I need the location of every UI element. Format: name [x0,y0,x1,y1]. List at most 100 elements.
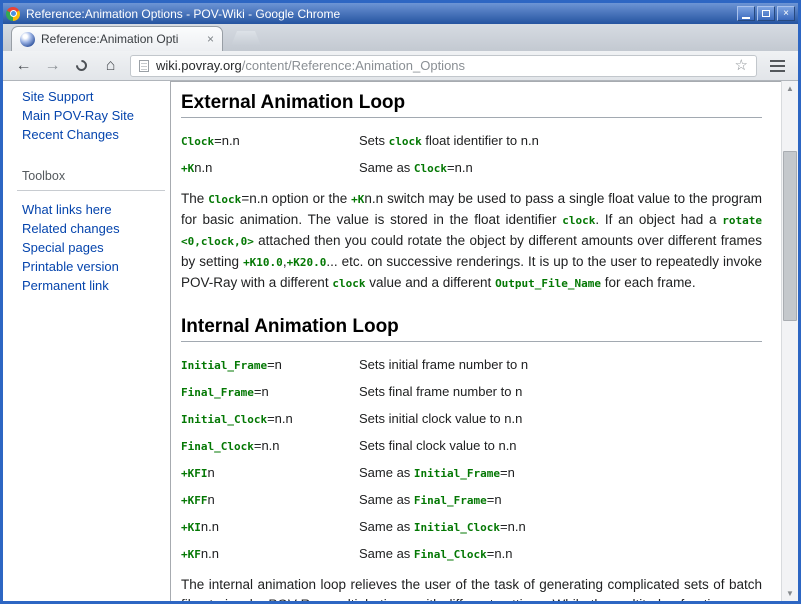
definition-term: +KFn.n [181,545,359,563]
definition-description: Same as Initial_Clock=n.n [359,518,762,536]
toolbox-heading: Toolbox [22,169,162,183]
definition-description: Sets final frame number to n [359,383,762,401]
text-segment: n [208,465,215,480]
definition-description: Sets initial frame number to n [359,356,762,374]
text-segment: =n.n [254,438,280,453]
back-icon: ← [16,57,32,75]
definition-term: Final_Frame=n [181,383,359,401]
scroll-down-icon[interactable]: ▼ [782,586,798,601]
code-segment: +KI [181,521,201,534]
definition-row: Initial_Clock=n.n Sets initial clock val… [181,410,762,428]
chrome-logo-icon [6,7,20,21]
text-segment: n [208,492,215,507]
tab-strip: Reference:Animation Opti × [3,24,798,51]
wiki-sidebar: Site Support Main POV-Ray Site Recent Ch… [3,81,170,601]
sidebar-link[interactable]: Printable version [22,257,162,276]
definition-term: Clock=n.n [181,132,359,150]
text-segment: Same as [359,519,414,534]
definition-term: +Kn.n [181,159,359,177]
home-button[interactable]: ⌂ [97,54,124,78]
sidebar-link[interactable]: Permanent link [22,276,162,295]
sidebar-link[interactable]: What links here [22,200,162,219]
definition-term: +KFFn [181,491,359,509]
text-segment: =n [267,357,282,372]
definition-row: Initial_Frame=n Sets initial frame numbe… [181,356,762,374]
text-segment: Same as [359,546,414,561]
text-segment: =n.n [500,519,526,534]
sidebar-link[interactable]: Special pages [22,238,162,257]
sidebar-link[interactable]: Site Support [22,87,162,106]
text-segment: =n.n [267,411,293,426]
definition-term: Initial_Frame=n [181,356,359,374]
section-heading-internal: Internal Animation Loop [181,310,762,342]
window-controls: × [737,6,795,21]
url-path: /content/Reference:Animation_Options [242,58,465,73]
page-icon [139,60,149,72]
close-button[interactable]: × [777,6,795,21]
reload-button[interactable] [68,54,95,78]
browser-window: Reference:Animation Options - POV-Wiki -… [0,0,801,604]
definition-term: Initial_Clock=n.n [181,410,359,428]
code-segment: +KFI [181,467,208,480]
article-body: External Animation Loop Clock=n.n Sets c… [170,81,781,601]
scroll-up-icon[interactable]: ▲ [782,81,798,96]
page-content: Site Support Main POV-Ray Site Recent Ch… [3,81,798,601]
definition-term: +KIn.n [181,518,359,536]
vertical-scrollbar[interactable]: ▲ ▼ [781,81,798,601]
text-segment: =n.n [447,160,473,175]
code-segment: Clock [208,193,241,206]
scrollbar-thumb[interactable] [783,151,797,321]
forward-icon: → [45,57,61,75]
definition-term: Final_Clock=n.n [181,437,359,455]
povwiki-favicon-icon [20,32,35,47]
sidebar-link[interactable]: Recent Changes [22,125,162,144]
text-segment: for each frame. [601,275,696,290]
text-segment: n.n [201,519,219,534]
window-titlebar[interactable]: Reference:Animation Options - POV-Wiki -… [3,3,798,24]
text-segment: Same as [359,465,414,480]
definition-row: Final_Clock=n.n Sets final clock value t… [181,437,762,455]
bookmark-star-icon[interactable]: ☆ [735,58,748,73]
code-segment: Final_Frame [181,386,254,399]
menu-button[interactable] [763,54,791,78]
window-title: Reference:Animation Options - POV-Wiki -… [26,7,731,21]
text-segment: =n [487,492,502,507]
address-bar[interactable]: wiki.povray.org/content/Reference:Animat… [130,55,757,77]
code-segment: +K10.0 [243,256,283,269]
code-segment: Initial_Frame [181,359,267,372]
reload-icon [74,58,90,74]
tab-reference-animation-options[interactable]: Reference:Animation Opti × [11,26,223,51]
text-segment: . If an object had a [595,212,722,227]
code-segment: +KFF [181,494,208,507]
text-segment: Sets final frame number to n [359,384,522,399]
code-segment: clock [332,277,365,290]
code-segment: +K [181,162,194,175]
text-segment: float identifier to n.n [422,133,539,148]
definition-row: Clock=n.n Sets clock float identifier to… [181,132,762,150]
forward-button[interactable]: → [39,54,66,78]
sidebar-link[interactable]: Related changes [22,219,162,238]
text-segment: Same as [359,492,414,507]
toolbox-divider [17,190,165,191]
definition-row: +KFIn Same as Initial_Frame=n [181,464,762,482]
tab-close-icon[interactable]: × [207,33,214,45]
definition-row: +Kn.n Same as Clock=n.n [181,159,762,177]
code-segment: Initial_Frame [414,467,500,480]
hamburger-menu-icon [770,60,785,72]
definition-row: +KIn.n Same as Initial_Clock=n.n [181,518,762,536]
definition-list-external: Clock=n.n Sets clock float identifier to… [181,132,762,177]
code-segment: Output_File_Name [495,277,601,290]
definition-term: +KFIn [181,464,359,482]
definition-description: Same as Clock=n.n [359,159,762,177]
sidebar-link[interactable]: Main POV-Ray Site [22,106,162,125]
new-tab-button[interactable] [231,31,261,46]
text-segment: The [181,191,208,206]
code-segment: Final_Frame [414,494,487,507]
code-segment: Initial_Clock [414,521,500,534]
definition-description: Same as Initial_Frame=n [359,464,762,482]
text-segment: n.n [201,546,219,561]
code-segment: Final_Clock [414,548,487,561]
minimize-button[interactable] [737,6,755,21]
maximize-button[interactable] [757,6,775,21]
back-button[interactable]: ← [10,54,37,78]
